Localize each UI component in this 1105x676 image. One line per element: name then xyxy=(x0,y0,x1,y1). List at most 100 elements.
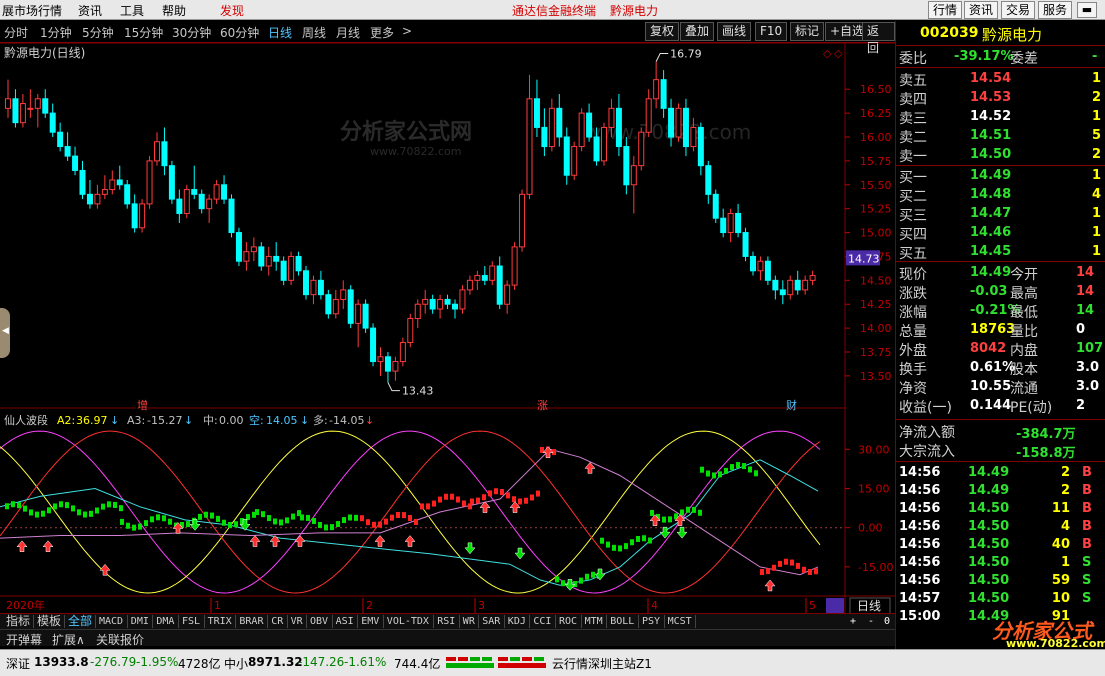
chart-close-icon[interactable]: ◇ xyxy=(834,47,843,60)
indicator-tab[interactable]: MACD xyxy=(97,614,125,629)
order-book-row: 卖四 14.53 2 xyxy=(896,89,1105,108)
order-book-volume: 2 xyxy=(1092,90,1102,105)
period-monthly[interactable]: 月线 xyxy=(336,24,360,41)
period-more[interactable]: 更多 xyxy=(370,24,394,41)
period-weekly[interactable]: 周线 xyxy=(302,24,326,41)
overlay-button[interactable]: 叠加 xyxy=(680,22,715,41)
period-intraday[interactable]: 分时 xyxy=(4,24,28,41)
menu-tools[interactable]: 工具 xyxy=(120,2,144,19)
server-status[interactable]: 云行情深圳主站Z1 xyxy=(552,655,652,672)
menu-news[interactable]: 资讯 xyxy=(78,2,102,19)
minimize-icon[interactable]: ▬ xyxy=(1077,2,1097,18)
indicator-tab[interactable]: 指标 xyxy=(4,614,32,629)
wave-block xyxy=(438,496,442,503)
period-30min[interactable]: 30分钟 xyxy=(172,24,211,41)
wave-block xyxy=(536,490,540,497)
tick-side: B xyxy=(1082,465,1092,480)
trade-button[interactable]: 交易 xyxy=(1001,1,1036,19)
tick-price: 14.49 xyxy=(968,465,1010,480)
candle-body-up xyxy=(310,279,317,296)
event-mark-zhang[interactable]: 涨 xyxy=(537,399,548,412)
candle xyxy=(168,160,175,204)
wave-block xyxy=(650,509,654,516)
f10-button[interactable]: F10 xyxy=(755,22,788,41)
indicator-tab[interactable]: 全部 xyxy=(66,614,94,629)
menu-help[interactable]: 帮助 xyxy=(162,2,186,19)
tab-separator xyxy=(580,615,582,628)
indicator-tab[interactable]: 模板 xyxy=(35,614,63,629)
related-quote-button[interactable]: 关联报价 xyxy=(96,631,144,648)
indicator-tab[interactable]: MCST xyxy=(666,614,694,629)
period-daily[interactable]: 日线 xyxy=(268,24,292,41)
adjust-button[interactable]: 复权 xyxy=(645,22,680,41)
chevron-right-icon[interactable]: > xyxy=(402,24,412,38)
zoom-in-button[interactable]: + xyxy=(848,614,858,629)
indicator-tab[interactable]: CR xyxy=(269,614,285,629)
candle-body-up xyxy=(466,279,473,291)
indicator-tab[interactable]: VR xyxy=(289,614,305,629)
wave-block xyxy=(17,502,21,509)
indicator-tab[interactable]: ASI xyxy=(334,614,356,629)
zoom-out-button[interactable]: - xyxy=(866,614,876,629)
indicator-name[interactable]: 仙人波段 xyxy=(4,413,48,427)
time-label-feb: 2 xyxy=(366,599,373,612)
indicator-tab[interactable]: DMA xyxy=(154,614,176,629)
indicator-tab[interactable]: CCI xyxy=(531,614,553,629)
danmaku-button[interactable]: 开弹幕 xyxy=(6,631,42,648)
indicator-tab[interactable]: OBV xyxy=(308,614,330,629)
period-5min[interactable]: 5分钟 xyxy=(82,24,114,41)
reset-button[interactable]: 0 xyxy=(882,614,892,629)
indicator-tab[interactable]: DMI xyxy=(129,614,151,629)
indicator-tab[interactable]: BOLL xyxy=(608,614,636,629)
indicator-tab[interactable]: EMV xyxy=(359,614,381,629)
chart-settings-icon[interactable]: ◇ xyxy=(823,47,832,60)
candle-body-up xyxy=(19,103,26,124)
back-button[interactable]: 返回 xyxy=(862,22,895,55)
candle xyxy=(124,180,131,209)
candle-body-down xyxy=(57,131,64,148)
stat-value: 107 xyxy=(1076,341,1104,356)
indicator-tab[interactable]: FSL xyxy=(180,614,202,629)
info-button[interactable]: 资讯 xyxy=(964,1,999,19)
candle xyxy=(623,137,630,195)
order-book-price: 14.54 xyxy=(970,71,1012,86)
indicator-tab[interactable]: TRIX xyxy=(206,614,234,629)
indicator-tab[interactable]: RSI xyxy=(435,614,457,629)
period-indicator[interactable]: 日线 xyxy=(857,599,881,613)
period-60min[interactable]: 60分钟 xyxy=(220,24,259,41)
indicator-tab[interactable]: KDJ xyxy=(506,614,528,629)
indicator-tab[interactable]: WR xyxy=(461,614,477,629)
stat-value: 2 xyxy=(1076,398,1086,413)
order-book-row: 买一 14.49 1 xyxy=(896,167,1105,186)
wave-block xyxy=(384,518,388,525)
period-15min[interactable]: 15分钟 xyxy=(124,24,163,41)
side-collapse-handle[interactable]: ◀ xyxy=(0,308,10,358)
candle-body-down xyxy=(12,98,19,124)
draw-line-button[interactable]: 画线 xyxy=(717,22,752,41)
service-button[interactable]: 服务 xyxy=(1038,1,1073,19)
expand-button[interactable]: 扩展∧ xyxy=(52,631,85,648)
indicator-tab[interactable]: BRAR xyxy=(237,614,265,629)
menu-discover[interactable]: 发现 xyxy=(220,2,244,19)
candle-body-up xyxy=(243,251,250,262)
wave-block xyxy=(150,516,154,523)
candle-body-down xyxy=(42,98,49,114)
quote-button[interactable]: 行情 xyxy=(928,1,963,19)
chart-area[interactable]: 黔源电力(日线) ◇ ◇ 分析家公式网 www.70822.com www.70… xyxy=(0,42,895,615)
wave-block xyxy=(470,498,474,505)
event-mark-cai[interactable]: 财 xyxy=(786,398,797,412)
event-mark-zeng[interactable]: 增 xyxy=(137,398,148,412)
indicator-tab[interactable]: VOL-TDX xyxy=(385,614,431,629)
tick-time: 14:56 xyxy=(899,537,941,552)
period-1min[interactable]: 1分钟 xyxy=(40,24,72,41)
indicator-tab[interactable]: PSY xyxy=(640,614,662,629)
mark-button[interactable]: 标记 xyxy=(790,22,825,41)
indicator-tab[interactable]: ROC xyxy=(557,614,579,629)
candle-body-down xyxy=(481,275,488,281)
indicator-tab[interactable]: SAR xyxy=(480,614,502,629)
indicator-tab[interactable]: MTM xyxy=(583,614,605,629)
order-book-price: 14.46 xyxy=(970,225,1012,240)
candle xyxy=(347,285,354,329)
wave-block xyxy=(267,515,271,522)
menu-market[interactable]: 展市场行情 xyxy=(2,2,62,19)
